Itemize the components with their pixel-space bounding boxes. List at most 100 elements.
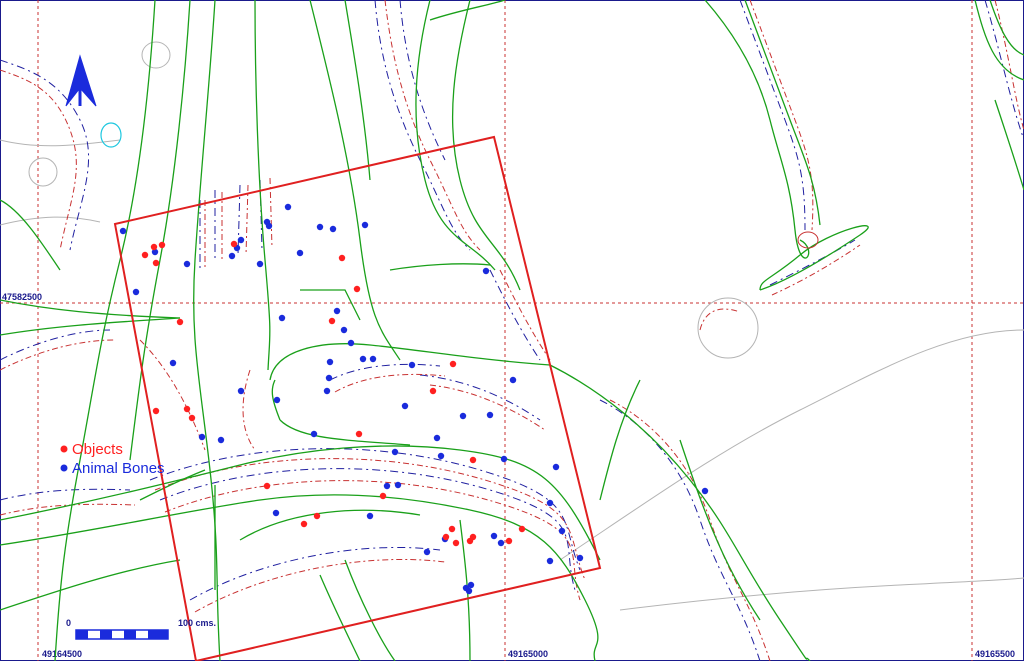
- contours-blue: [0, 0, 1024, 661]
- object-point: [328, 317, 336, 325]
- animal-bone-point: [437, 452, 445, 460]
- animal-bone-point: [361, 221, 369, 229]
- object-point: [152, 259, 160, 267]
- animal-bone-point: [497, 539, 505, 547]
- animal-bone-point: [558, 527, 566, 535]
- legend-objects-label: Objects: [72, 441, 123, 458]
- legend-objects-marker: [60, 445, 68, 453]
- animal-bone-point: [340, 326, 348, 334]
- object-point: [448, 525, 456, 533]
- object-point: [355, 430, 363, 438]
- animal-bone-point: [237, 387, 245, 395]
- animal-bone-point: [546, 557, 554, 565]
- object-point: [150, 243, 158, 251]
- object-point: [230, 240, 238, 248]
- animal-bone-point: [359, 355, 367, 363]
- animal-bone-point: [237, 236, 245, 244]
- object-point: [188, 414, 196, 422]
- animal-bone-point: [329, 225, 337, 233]
- animal-bone-point: [323, 387, 331, 395]
- animal-bone-point: [119, 227, 127, 235]
- object-point: [429, 387, 437, 395]
- animal-bone-point: [366, 512, 374, 520]
- object-point: [469, 456, 477, 464]
- object-point: [300, 520, 308, 528]
- animal-bone-point: [132, 288, 140, 296]
- animal-bone-point: [459, 412, 467, 420]
- object-point: [313, 512, 321, 520]
- animal-bone-point: [701, 487, 709, 495]
- water-feature: [100, 122, 122, 148]
- object-point: [469, 533, 477, 541]
- contours-green: [0, 0, 1024, 661]
- contours-red: [0, 0, 1024, 661]
- object-point: [183, 405, 191, 413]
- coordinate-grid: [0, 0, 1024, 661]
- animal-bone-point: [273, 396, 281, 404]
- animal-bone-point: [296, 249, 304, 257]
- object-point: [353, 285, 361, 293]
- animal-bone-point: [265, 222, 273, 230]
- object-point: [338, 254, 346, 262]
- animal-bone-point: [546, 499, 554, 507]
- object-point: [263, 482, 271, 490]
- excavation-area-outline: [113, 135, 602, 661]
- site-plan-map: 47582500 49164500 49165000 49165500 Obje…: [0, 0, 1024, 661]
- object-point: [158, 241, 166, 249]
- scale-bar: 0 100 cms.: [66, 618, 216, 640]
- animal-bone-point: [465, 587, 473, 595]
- object-point: [505, 537, 513, 545]
- animal-bone-point: [169, 359, 177, 367]
- object-point: [452, 539, 460, 547]
- objects-points: [141, 240, 526, 547]
- legend-animal-bones-marker: [60, 464, 68, 472]
- animal-bone-point: [284, 203, 292, 211]
- animal-bone-point: [467, 581, 475, 589]
- animal-bone-point: [278, 314, 286, 322]
- grid-label-x-3: 49165500: [975, 649, 1015, 659]
- animal-bone-point: [482, 267, 490, 275]
- animal-bone-point: [500, 455, 508, 463]
- animal-bone-point: [490, 532, 498, 540]
- animal-bone-point: [423, 548, 431, 556]
- legend: Objects Animal Bones: [60, 441, 165, 477]
- object-point: [152, 407, 160, 415]
- animal-bone-point: [391, 448, 399, 456]
- grid-label-x-2: 49165000: [508, 649, 548, 659]
- animal-bone-point: [509, 376, 517, 384]
- object-point: [449, 360, 457, 368]
- object-point: [442, 533, 450, 541]
- background-contours: [0, 41, 1024, 611]
- north-arrow-icon: [65, 54, 97, 107]
- animal-bone-point: [347, 339, 355, 347]
- animal-bone-point: [310, 430, 318, 438]
- map-canvas: 47582500 49164500 49165000 49165500 Obje…: [0, 0, 1024, 661]
- animal-bone-point: [198, 433, 206, 441]
- grid-label-x-1: 49164500: [42, 649, 82, 659]
- map-border: [0, 0, 1024, 661]
- animal-bones-points: [119, 203, 709, 595]
- animal-bone-point: [325, 374, 333, 382]
- animal-bone-point: [408, 361, 416, 369]
- animal-bone-point: [333, 307, 341, 315]
- animal-bone-point: [394, 481, 402, 489]
- animal-bone-point: [326, 358, 334, 366]
- animal-bone-point: [383, 482, 391, 490]
- object-point: [141, 251, 149, 259]
- animal-bone-point: [576, 554, 584, 562]
- animal-bone-point: [552, 463, 560, 471]
- animal-bone-point: [272, 509, 280, 517]
- animal-bone-point: [369, 355, 377, 363]
- scale-end-label: 100 cms.: [178, 618, 216, 628]
- object-point: [518, 525, 526, 533]
- animal-bone-point: [316, 223, 324, 231]
- scale-start-label: 0: [66, 618, 71, 628]
- animal-bone-point: [433, 434, 441, 442]
- animal-bone-point: [183, 260, 191, 268]
- animal-bone-point: [486, 411, 494, 419]
- animal-bone-point: [256, 260, 264, 268]
- object-point: [379, 492, 387, 500]
- legend-animal-bones-label: Animal Bones: [72, 460, 165, 477]
- grid-label-y: 47582500: [2, 292, 42, 302]
- animal-bone-point: [228, 252, 236, 260]
